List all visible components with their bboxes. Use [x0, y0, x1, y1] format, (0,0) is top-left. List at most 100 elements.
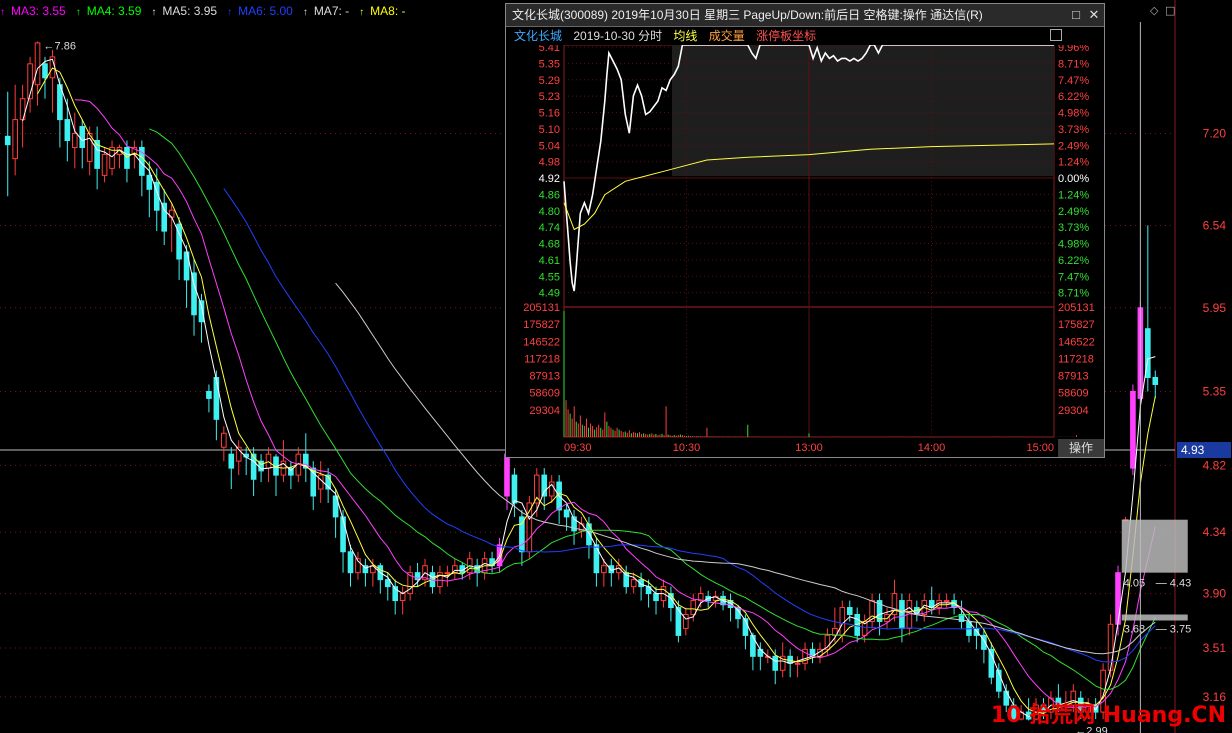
- candle: [265, 453, 272, 469]
- volume-tick-right: 175827: [1058, 319, 1095, 331]
- volume-tick-right: 205131: [1058, 302, 1095, 314]
- intraday-price-tick: 4.86: [539, 189, 560, 201]
- candle: [444, 572, 451, 575]
- candle: [1130, 390, 1136, 469]
- candle: [1152, 377, 1159, 385]
- candle: [541, 474, 548, 497]
- candle: [504, 453, 510, 497]
- price-annotation: — 4.43: [1156, 578, 1191, 590]
- range-box: [1121, 519, 1188, 573]
- y-tick-label: 4.82: [1203, 458, 1227, 472]
- candle: [146, 174, 153, 190]
- y-tick-label: 3.90: [1203, 587, 1227, 601]
- legend-avg: 均线: [673, 29, 698, 43]
- operate-button[interactable]: 操作: [1058, 439, 1104, 457]
- candle: [511, 474, 518, 504]
- intraday-chart: 5.41 9.96% 5.35 8.71% 5.29 7.47% 5.23 6.22% 5.16…: [523, 45, 1095, 454]
- candle: [213, 377, 220, 420]
- intraday-pct-tick: 2.49%: [1058, 140, 1089, 152]
- diamond-icon: ◇: [1150, 4, 1159, 17]
- limit-shade: [672, 45, 1054, 176]
- volume-tick: 175827: [523, 319, 560, 331]
- candle: [839, 607, 846, 636]
- intraday-pct-tick: 2.49%: [1058, 206, 1089, 218]
- intraday-pct-tick: 4.98%: [1058, 108, 1089, 120]
- intraday-pct-tick: 6.22%: [1058, 255, 1089, 267]
- candle: [899, 600, 905, 629]
- intraday-pct-tick: 7.47%: [1058, 75, 1089, 87]
- candle: [124, 146, 130, 169]
- candle: [794, 662, 801, 665]
- volume-tick-right: 29304: [1058, 405, 1089, 417]
- candle: [1107, 623, 1114, 671]
- intraday-pct-tick: 1.24%: [1058, 157, 1089, 169]
- intraday-header: 文化长城 2019-10-30 分时 均线 成交量 涨停板坐标: [506, 27, 1104, 45]
- intraday-popup-window[interactable]: 文化长城(300089) 2019年10月30日 星期三 PageUp/Down…: [505, 3, 1105, 458]
- candle: [12, 119, 18, 160]
- candle: [846, 607, 853, 616]
- candle: [943, 600, 950, 603]
- current-price-label: 4.93: [1181, 443, 1205, 457]
- candle: [601, 565, 607, 574]
- candle: [42, 63, 48, 79]
- volume-tick-right: 146522: [1058, 336, 1095, 348]
- candle: [79, 126, 86, 148]
- candle: [593, 544, 600, 574]
- candle: [71, 133, 78, 148]
- volume-tick: 205131: [523, 302, 560, 314]
- candle: [772, 655, 779, 671]
- close-icon[interactable]: ✕: [1086, 4, 1102, 26]
- volume-tick: 87913: [529, 371, 560, 383]
- candle: [347, 551, 354, 574]
- popup-title: 文化长城(300089) 2019年10月30日 星期三 PageUp/Down…: [512, 8, 983, 22]
- price-annotation: ←7.86: [44, 41, 76, 53]
- intraday-pct-tick: 9.96%: [1058, 45, 1089, 54]
- volume-tick-right: 117218: [1058, 353, 1094, 365]
- volume-tick: 117218: [524, 353, 560, 365]
- intraday-price-tick: 4.49: [539, 288, 560, 300]
- candle: [206, 390, 212, 399]
- candle: [399, 593, 406, 602]
- candle: [563, 509, 570, 518]
- intraday-pct-tick: 8.71%: [1058, 58, 1089, 70]
- intraday-price-tick: 4.74: [539, 222, 560, 234]
- expand-icon[interactable]: [1050, 29, 1062, 41]
- time-tick: 15:00: [1026, 442, 1054, 454]
- time-tick: 10:30: [673, 442, 701, 454]
- y-tick-label: 5.95: [1203, 301, 1227, 315]
- candle: [690, 600, 697, 616]
- volume-tick: 58609: [529, 388, 560, 400]
- intraday-price-tick: 4.61: [539, 255, 560, 267]
- intraday-pct-tick: 6.22%: [1058, 91, 1089, 103]
- popup-title-bar[interactable]: 文化长城(300089) 2019年10月30日 星期三 PageUp/Down…: [506, 4, 1104, 27]
- intraday-price-tick: 5.23: [539, 91, 560, 103]
- volume-tick: 146522: [523, 336, 560, 348]
- volume-tick-right: 87913: [1058, 371, 1089, 383]
- restore-icon[interactable]: □: [1068, 4, 1084, 26]
- candle: [64, 119, 71, 141]
- legend-volume: 成交量: [708, 29, 745, 43]
- intraday-price-tick: 5.41: [539, 45, 560, 54]
- y-tick-label: 4.34: [1203, 525, 1227, 539]
- y-tick-label: 6.54: [1203, 219, 1227, 233]
- candle: [340, 516, 346, 553]
- candle: [317, 474, 324, 490]
- candle: [630, 579, 637, 588]
- intraday-price-tick: 4.98: [539, 157, 560, 169]
- y-tick-label: 5.35: [1203, 384, 1227, 398]
- intraday-pct-tick: 3.73%: [1058, 222, 1089, 234]
- intraday-pct-tick: 0.00%: [1058, 173, 1089, 185]
- price-annotation: 4.05: [1124, 578, 1145, 590]
- intraday-pct-tick: 1.24%: [1058, 189, 1089, 201]
- price-annotation: — 3.75: [1156, 624, 1191, 636]
- time-tick: 09:30: [564, 442, 592, 454]
- time-tick: 13:00: [795, 442, 823, 454]
- intraday-price-tick: 5.35: [539, 58, 560, 70]
- candle: [653, 593, 659, 602]
- intraday-pct-tick: 3.73%: [1058, 124, 1089, 136]
- candle: [101, 153, 108, 176]
- intraday-price-tick: 4.92: [539, 173, 560, 185]
- intraday-date: 2019-10-30 分时: [573, 29, 663, 43]
- range-box: [1121, 614, 1188, 621]
- y-tick-label: 7.20: [1203, 127, 1227, 141]
